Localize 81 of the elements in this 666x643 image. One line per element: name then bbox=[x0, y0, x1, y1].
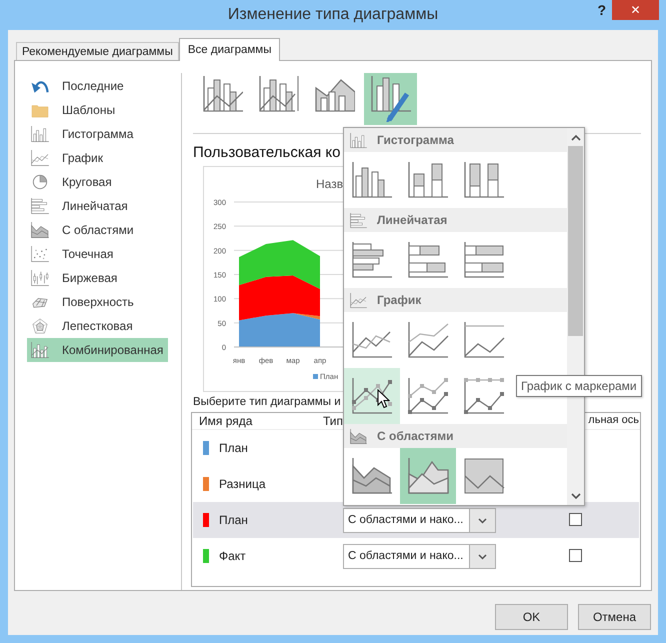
area-chart-icon bbox=[31, 222, 49, 238]
chart-type-dropdown[interactable]: С областями и нако... bbox=[343, 544, 496, 569]
line-chart-icon bbox=[408, 322, 448, 358]
help-button[interactable]: ? bbox=[597, 2, 606, 18]
sidebar-item[interactable]: Биржевая bbox=[27, 266, 168, 290]
column-chart-icon bbox=[350, 132, 367, 148]
combo-chart-icon bbox=[31, 342, 49, 358]
bar-chart-icon bbox=[350, 212, 367, 228]
sidebar-item[interactable]: Последние bbox=[27, 74, 168, 98]
chevron-down-icon[interactable] bbox=[570, 493, 581, 500]
sidebar-item[interactable]: Комбинированная bbox=[27, 338, 168, 362]
chart-type-option[interactable] bbox=[400, 448, 456, 504]
cursor-icon bbox=[377, 389, 390, 409]
sidebar-item[interactable]: Линейчатая bbox=[27, 194, 168, 218]
area-chart-icon bbox=[350, 428, 367, 444]
section-title: Линейчатая bbox=[377, 213, 448, 227]
sidebar-item[interactable]: С областями bbox=[27, 218, 168, 242]
bar-chart-icon bbox=[31, 198, 49, 214]
line-chart-icon bbox=[352, 322, 392, 358]
chevron-down-icon bbox=[478, 554, 487, 560]
series-name: План bbox=[219, 513, 248, 527]
section-title: График bbox=[377, 293, 422, 307]
line-chart-icon bbox=[352, 378, 392, 414]
column-chart-icon bbox=[464, 162, 504, 198]
dropdown-button[interactable] bbox=[469, 509, 495, 532]
line-chart-icon bbox=[464, 322, 504, 358]
column-chart-icon bbox=[352, 162, 392, 198]
area-chart-icon bbox=[464, 458, 504, 494]
pie-chart-icon bbox=[31, 174, 49, 190]
section-title: Гистограмма bbox=[377, 133, 454, 147]
window-title: Изменение типа диаграммы bbox=[228, 6, 438, 24]
line-chart-icon bbox=[408, 378, 448, 414]
legend-swatch bbox=[313, 374, 318, 379]
scatter-chart-icon bbox=[31, 246, 49, 262]
close-button[interactable]: ✕ bbox=[612, 0, 659, 20]
checkbox[interactable] bbox=[569, 513, 582, 526]
tab[interactable]: Все диаграммы bbox=[178, 38, 280, 61]
chart-type-option[interactable] bbox=[344, 368, 400, 424]
selected-row[interactable]: План С областями и нако... bbox=[193, 502, 639, 538]
column-header: Имя ряда bbox=[199, 414, 252, 428]
combo-type-option[interactable] bbox=[364, 73, 417, 125]
section-heading: Пользовательская ко bbox=[193, 144, 340, 163]
bar-chart-icon bbox=[408, 242, 448, 278]
radar-chart-icon bbox=[31, 318, 49, 334]
cancel-button[interactable]: Отмена bbox=[578, 604, 651, 630]
sidebar-item[interactable]: Шаблоны bbox=[27, 98, 168, 122]
sidebar-item[interactable]: Гистограмма bbox=[27, 122, 168, 146]
dropdown-button[interactable] bbox=[469, 545, 495, 568]
column-chart-icon bbox=[408, 162, 448, 198]
chart-title: Назв bbox=[316, 177, 344, 191]
pencil-chart-icon bbox=[370, 76, 410, 122]
column-header: льная ось bbox=[588, 414, 639, 426]
stock-chart-icon bbox=[31, 270, 49, 286]
instruction-text: Выберите тип диаграммы и bbox=[193, 396, 341, 410]
tooltip: График с маркерами bbox=[516, 375, 642, 397]
scrollbar-thumb[interactable] bbox=[568, 146, 584, 336]
area-chart-icon bbox=[352, 458, 392, 494]
line-chart-icon bbox=[31, 150, 49, 166]
chart-type-dropdown[interactable]: С областями и нако... bbox=[343, 508, 496, 533]
checkbox[interactable] bbox=[569, 549, 582, 562]
sidebar-item[interactable]: Лепестковая bbox=[27, 314, 168, 338]
column-header: Тип bbox=[323, 414, 344, 428]
series-name: Факт bbox=[219, 549, 246, 563]
section-title: С областями bbox=[377, 429, 454, 443]
ok-button[interactable]: OK bbox=[495, 604, 568, 630]
bar-chart-icon bbox=[464, 242, 504, 278]
sidebar-item[interactable]: Поверхность bbox=[27, 290, 168, 314]
tab[interactable]: Рекомендуемые диаграммы bbox=[16, 42, 179, 60]
sidebar-item[interactable]: График bbox=[27, 146, 168, 170]
bar-chart-icon bbox=[352, 242, 392, 278]
series-name: Разница bbox=[219, 477, 266, 491]
sidebar-item[interactable]: Точечная bbox=[27, 242, 168, 266]
area-chart-icon bbox=[408, 458, 448, 494]
line-chart-icon bbox=[350, 292, 367, 308]
chevron-up-icon[interactable] bbox=[570, 134, 581, 141]
column-chart-icon bbox=[31, 126, 49, 142]
sidebar-item[interactable]: Круговая bbox=[27, 170, 168, 194]
folder-icon bbox=[31, 102, 49, 118]
series-name: План bbox=[219, 441, 248, 455]
chevron-down-icon bbox=[478, 518, 487, 524]
line-chart-icon bbox=[464, 378, 504, 414]
